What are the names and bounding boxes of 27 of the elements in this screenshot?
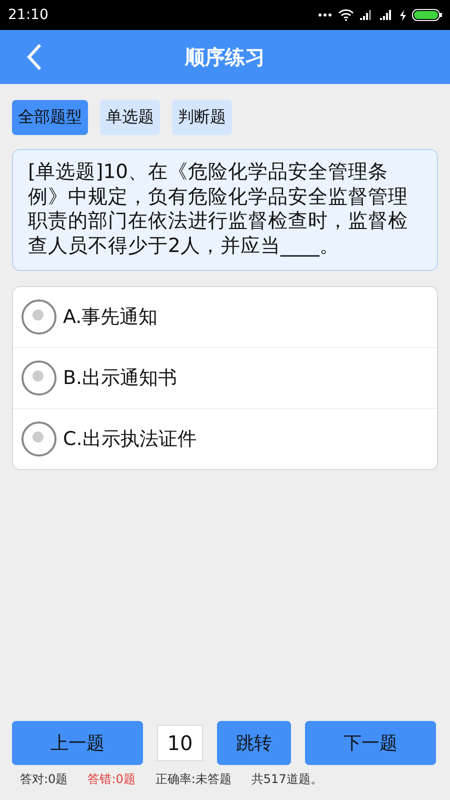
radio-button[interactable]	[21, 421, 57, 457]
stat-text: 答错:0题	[88, 771, 136, 788]
next-button[interactable]: 下一题	[305, 721, 436, 765]
type-tab[interactable]: 判断题	[172, 100, 232, 135]
signal-icon	[380, 10, 394, 20]
wifi-icon	[338, 9, 354, 21]
type-tab[interactable]: 全部题型	[12, 100, 88, 135]
stat-text: 共517道题。	[251, 771, 322, 788]
stat-text: 答对:0题	[20, 771, 68, 788]
page-title: 顺序练习	[185, 44, 265, 70]
back-icon[interactable]	[26, 43, 42, 71]
jump-button[interactable]: 跳转	[217, 721, 291, 765]
signal-icon	[360, 10, 374, 20]
stat-text: 正确率:未答题	[155, 771, 232, 788]
battery-icon	[412, 9, 442, 21]
option-label[interactable]: B.出示通知书	[63, 365, 178, 391]
charging-icon	[400, 10, 406, 20]
option-label[interactable]: C.出示执法证件	[63, 426, 196, 452]
type-tab[interactable]: 单选题	[100, 100, 160, 135]
radio-button[interactable]	[21, 360, 57, 396]
radio-button[interactable]	[21, 299, 57, 335]
status-time: 21:10	[8, 7, 48, 23]
previous-button[interactable]: 上一题	[12, 721, 143, 765]
more-icon	[318, 13, 332, 17]
question-number-field[interactable]: 10	[157, 725, 203, 761]
question-text: [单选题]10、在《危险化学品安全管理条例》中规定，负有危险化学品安全监督管理职责的部门在依法进行监督检查时，监督检查人员不得少于2人，并应当____。	[28, 160, 409, 258]
option-label[interactable]: A.事先通知	[63, 304, 158, 330]
